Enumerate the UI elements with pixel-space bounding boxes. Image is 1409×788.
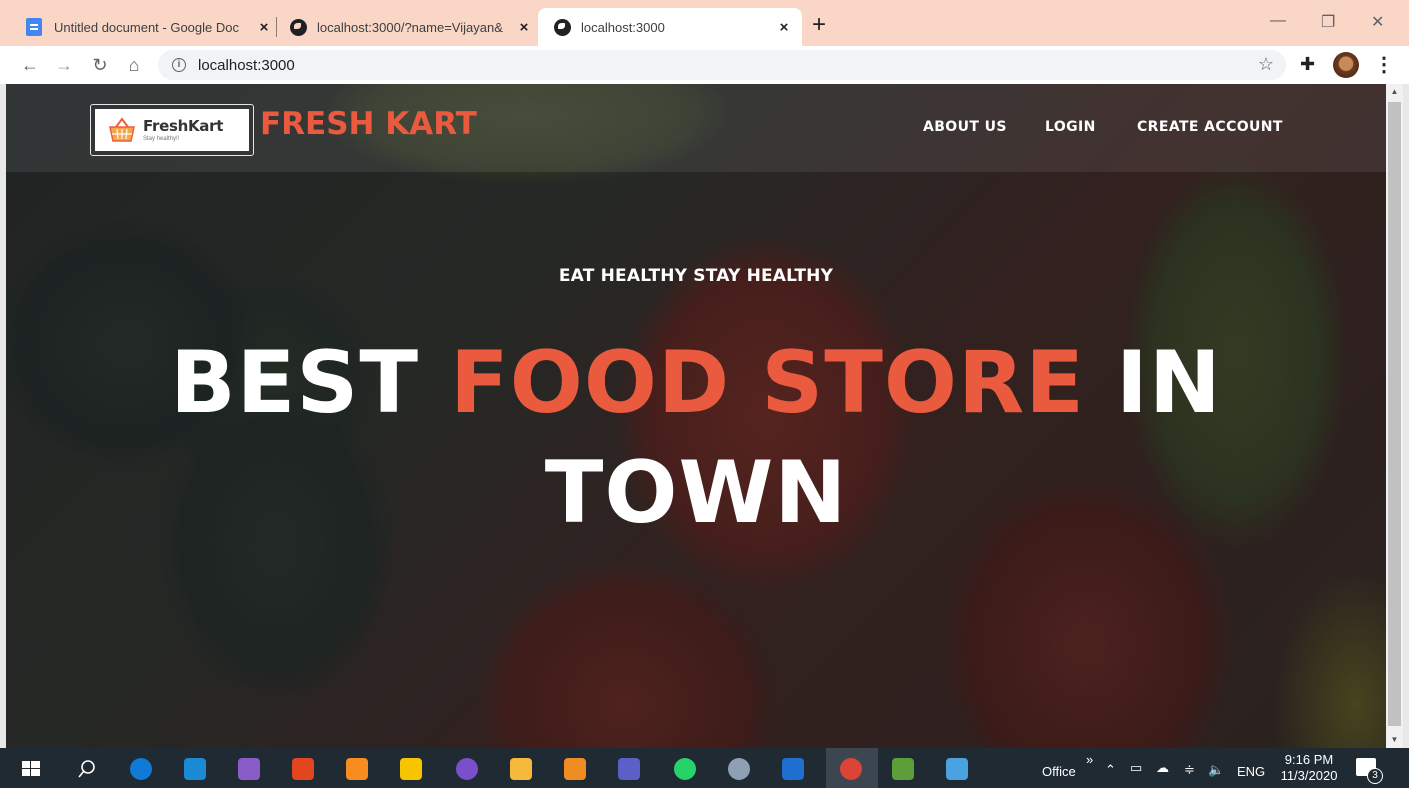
sublime-text-icon[interactable] (564, 758, 586, 780)
logo-box: FreshKart Stay healthy!! (95, 109, 249, 151)
nav-login[interactable]: LOGIN (1045, 119, 1096, 135)
tab-localhost-active[interactable]: localhost:3000 × (538, 8, 802, 46)
hero-heading-accent: FOOD STORE (449, 333, 1085, 433)
site-logo[interactable]: FreshKart Stay healthy!! (90, 104, 254, 156)
browser-toolbar: ← → ↻ ⌂ i localhost:3000 ☆ (0, 46, 1409, 84)
vscode-icon[interactable] (184, 758, 206, 780)
vertical-scrollbar[interactable]: ▲ ▼ (1386, 84, 1403, 748)
window-border (1403, 84, 1409, 748)
google-docs-icon (26, 18, 42, 36)
onedrive-cloud-icon[interactable]: ☁ (1156, 760, 1169, 776)
basket-icon (109, 117, 135, 142)
nav-create-account[interactable]: CREATE ACCOUNT (1137, 119, 1283, 135)
site-navbar: FreshKart Stay healthy!! FRESH KART ABOU… (6, 84, 1386, 172)
scroll-up-arrow-icon[interactable]: ▲ (1386, 84, 1403, 100)
tab-localhost-query[interactable]: localhost:3000/?name=Vijayan& × (282, 8, 534, 46)
logo-name: FreshKart (143, 116, 224, 135)
bookmark-star-icon[interactable]: ☆ (1258, 54, 1274, 75)
minimize-button[interactable]: — (1270, 12, 1286, 30)
tab-title: Untitled document - Google Doc (54, 19, 239, 35)
logo-text: FreshKart Stay healthy!! (143, 116, 224, 142)
chrome-icon[interactable] (840, 758, 862, 780)
globe-icon (554, 18, 571, 36)
system-clock[interactable]: 9:16 PM 11/3/2020 (1276, 752, 1342, 784)
logo-tagline: Stay healthy!! (143, 135, 180, 142)
close-icon[interactable]: × (514, 17, 534, 37)
show-hidden-icons-chevron-icon[interactable]: ⌃ (1105, 762, 1116, 778)
window-app-icon[interactable] (782, 758, 804, 780)
xampp-icon[interactable] (346, 758, 368, 780)
more-menu-icon[interactable]: ⋮ (1374, 52, 1394, 77)
teams-icon[interactable] (618, 758, 640, 780)
tab-title: localhost:3000 (581, 19, 665, 35)
clock-date: 11/3/2020 (1280, 768, 1338, 783)
extensions-puzzle-icon[interactable]: ✚ (1300, 54, 1315, 75)
file-explorer-icon[interactable] (510, 758, 532, 780)
office-icon[interactable] (292, 758, 314, 780)
forward-arrow-icon[interactable]: → (52, 54, 76, 76)
clock-time: 9:16 PM (1284, 752, 1334, 767)
scroll-down-arrow-icon[interactable]: ▼ (1386, 732, 1403, 748)
tab-title: localhost:3000/?name=Vijayan& (317, 19, 503, 35)
globe-icon (290, 18, 307, 36)
close-icon[interactable]: × (254, 17, 274, 37)
address-url: localhost:3000 (198, 56, 295, 74)
address-bar[interactable]: i localhost:3000 ☆ (158, 50, 1286, 80)
maximize-button[interactable]: ❐ (1321, 12, 1335, 32)
hero-heading: BEST FOOD STORE IN TOWN (6, 328, 1386, 548)
tab-separator (276, 17, 277, 37)
back-arrow-icon[interactable]: ← (18, 54, 42, 76)
close-icon[interactable]: × (774, 17, 794, 37)
scroll-thumb[interactable] (1388, 102, 1401, 726)
toolbar-expand-chevron-icon[interactable]: » (1086, 752, 1093, 767)
windows-taskbar: Office » ⌃ ▭ ☁ ≑ 🔈 ENG 9:16 PM 11/3/2020… (0, 748, 1409, 788)
window-close-button[interactable]: ✕ (1371, 12, 1384, 32)
new-tab-button[interactable]: + (812, 13, 826, 37)
tab-google-docs[interactable]: Untitled document - Google Doc × (18, 8, 274, 46)
sticky-notes-icon[interactable] (400, 758, 422, 780)
brand-title[interactable]: FRESH KART (260, 106, 477, 142)
paint-icon[interactable] (892, 758, 914, 780)
hero-tagline: EAT HEALTHY STAY HEALTHY (558, 266, 834, 286)
visual-studio-icon[interactable] (238, 758, 260, 780)
tab-strip: Untitled document - Google Doc × localho… (0, 0, 1409, 46)
edge-icon[interactable] (130, 758, 152, 780)
volume-icon[interactable]: 🔈 (1208, 762, 1224, 778)
info-icon[interactable]: i (172, 58, 186, 72)
r-studio-icon[interactable] (728, 758, 750, 780)
nav-about-us[interactable]: ABOUT US (923, 119, 1007, 135)
hero-heading-part1: BEST (170, 333, 450, 433)
reload-icon[interactable]: ↻ (88, 54, 112, 76)
language-indicator[interactable]: ENG (1237, 764, 1265, 779)
office-toolbar-label[interactable]: Office (1042, 764, 1076, 779)
battery-icon[interactable]: ▭ (1130, 760, 1142, 776)
profile-avatar[interactable] (1333, 52, 1359, 78)
windows-start-icon[interactable] (20, 758, 42, 780)
wifi-icon[interactable]: ≑ (1184, 762, 1195, 778)
page-viewport: FreshKart Stay healthy!! FRESH KART ABOU… (6, 84, 1386, 748)
github-icon[interactable] (456, 758, 478, 780)
notification-count-badge: 3 (1367, 768, 1383, 784)
home-icon[interactable]: ⌂ (122, 54, 146, 76)
notepad-icon[interactable] (946, 758, 968, 780)
whatsapp-icon[interactable] (674, 758, 696, 780)
search-icon[interactable] (76, 758, 98, 780)
